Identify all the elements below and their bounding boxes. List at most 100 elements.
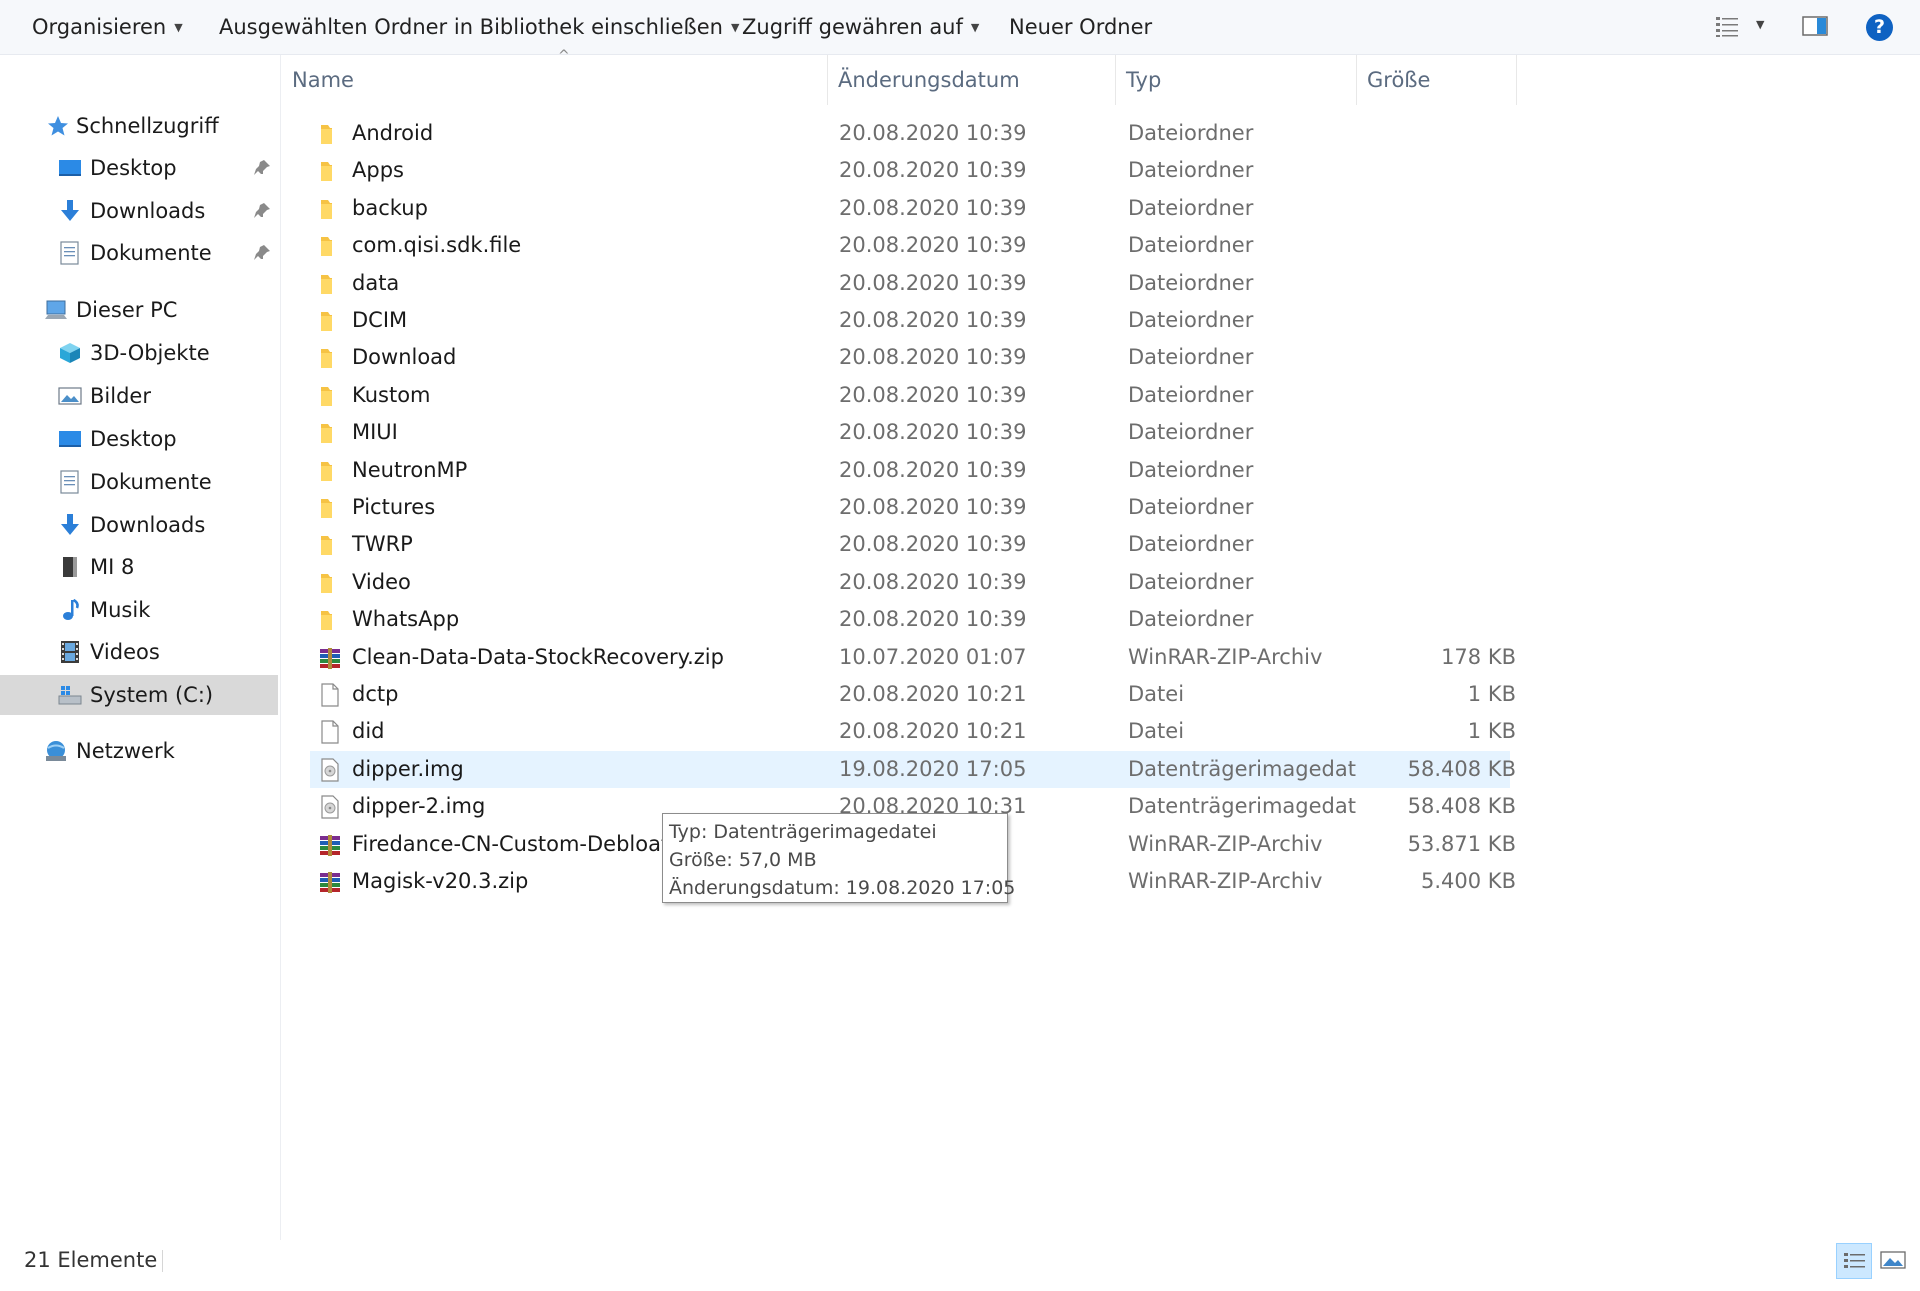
file-row[interactable]: Pictures 20.08.2020 10:39 Dateiordner — [310, 489, 1510, 526]
nav-downloads[interactable]: Downloads — [0, 505, 278, 545]
column-header-size[interactable]: Größe — [1357, 55, 1517, 105]
file-row[interactable]: Clean-Data-Data-StockRecovery.zip 10.07.2… — [310, 639, 1516, 676]
file-type: Dateiordner — [1128, 345, 1254, 370]
nav-pictures[interactable]: Bilder — [0, 376, 278, 416]
large-icons-view-button[interactable] — [1876, 1243, 1912, 1279]
pin-icon[interactable] — [252, 201, 272, 221]
column-header-type[interactable]: Typ — [1116, 55, 1357, 105]
file-name: MIUI — [352, 420, 398, 445]
nav-music[interactable]: Musik — [0, 590, 278, 630]
file-info-tooltip: Typ: Datenträgerimagedatei Größe: 57,0 M… — [662, 813, 1015, 903]
file-row[interactable]: com.qisi.sdk.file 20.08.2020 10:39 Dateior… — [310, 227, 1510, 264]
file-row[interactable]: Android 20.08.2020 10:39 Dateiordner — [310, 115, 1510, 152]
help-button[interactable]: ? — [1866, 14, 1893, 41]
music-note-icon — [63, 598, 79, 620]
nav-mi8-device[interactable]: MI 8 — [0, 547, 278, 587]
file-name: Apps — [352, 158, 404, 183]
nav-documents[interactable]: Dokumente — [0, 462, 278, 502]
disk-image-icon — [318, 757, 342, 782]
organize-button[interactable]: Organisieren ▼ — [32, 0, 183, 54]
nav-videos[interactable]: Videos — [0, 632, 278, 672]
file-type: Dateiordner — [1128, 532, 1254, 557]
film-strip-icon — [61, 641, 79, 663]
nav-label: Dokumente — [90, 470, 212, 494]
new-folder-button[interactable]: Neuer Ordner — [1009, 0, 1152, 54]
pin-icon[interactable] — [252, 158, 272, 178]
document-icon — [60, 241, 79, 265]
file-size: 1 KB — [1467, 719, 1516, 744]
nav-this-pc[interactable]: Dieser PC — [0, 290, 278, 330]
nav-desktop[interactable]: Desktop — [0, 419, 278, 459]
file-type: Dateiordner — [1128, 495, 1254, 519]
nav-quick-documents[interactable]: Dokumente — [0, 233, 278, 273]
nav-system-drive[interactable]: System (C:) — [0, 675, 278, 715]
file-row[interactable]: backup 20.08.2020 10:39 Dateiordner — [310, 190, 1510, 227]
file-date: 20.08.2020 10:39 — [839, 270, 1027, 295]
nav-label: Bilder — [90, 384, 151, 408]
file-date: 20.08.2020 10:39 — [839, 308, 1027, 332]
nav-3d-objects[interactable]: 3D-Objekte — [0, 333, 278, 373]
share-with-button[interactable]: Zugriff gewähren auf ▼ — [742, 0, 979, 54]
document-icon — [60, 470, 79, 494]
file-name: Magisk-v20.3.zip — [352, 869, 529, 893]
file-name: backup — [352, 195, 428, 220]
folder-icon — [318, 158, 342, 182]
file-name: did — [352, 719, 385, 744]
nav-label: Videos — [90, 640, 160, 664]
nav-label: Netzwerk — [76, 739, 175, 763]
file-type: Dateiordner — [1128, 457, 1254, 482]
sort-ascending-icon: ^ — [558, 48, 570, 64]
file-date: 20.08.2020 10:39 — [839, 569, 1027, 594]
include-in-library-button[interactable]: Ausgewählten Ordner in Bibliothek einsch… — [219, 0, 739, 54]
folder-icon — [318, 271, 342, 295]
details-view-button[interactable] — [1836, 1243, 1872, 1279]
change-view-button[interactable] — [1714, 14, 1742, 42]
folder-icon — [318, 121, 342, 145]
nav-network[interactable]: Netzwerk — [0, 731, 278, 771]
file-type: Datenträgerimagedat... — [1128, 794, 1358, 819]
file-date: 20.08.2020 10:39 — [839, 233, 1027, 258]
nav-label: Downloads — [90, 513, 206, 537]
file-date: 20.08.2020 10:39 — [839, 195, 1027, 220]
phone-device-icon — [63, 557, 77, 577]
nav-quick-access[interactable]: Schnellzugriff — [0, 106, 278, 146]
file-row[interactable]: did 20.08.2020 10:21 Datei 1 KB — [310, 713, 1516, 750]
preview-pane-button[interactable] — [1802, 16, 1828, 40]
file-row[interactable]: Download 20.08.2020 10:39 Dateiordner — [310, 339, 1510, 376]
file-row[interactable]: dctp 20.08.2020 10:21 Datei 1 KB — [310, 676, 1516, 713]
file-row[interactable]: NeutronMP 20.08.2020 10:39 Dateiordner — [310, 452, 1510, 489]
file-size: 178 KB — [1441, 644, 1516, 669]
file-date: 20.08.2020 10:39 — [839, 345, 1027, 370]
file-type: Dateiordner — [1128, 420, 1254, 445]
file-row[interactable]: TWRP 20.08.2020 10:39 Dateiordner — [310, 526, 1510, 563]
nav-label: Dokumente — [90, 241, 212, 265]
file-name: dipper-2.img — [352, 794, 486, 819]
file-row[interactable]: DCIM 20.08.2020 10:39 Dateiordner — [310, 302, 1510, 339]
nav-quick-downloads[interactable]: Downloads — [0, 191, 278, 231]
file-row[interactable]: dipper.img 19.08.2020 17:05 Datenträgerima… — [310, 750, 1516, 788]
column-header-name[interactable]: Name — [282, 55, 828, 105]
file-row[interactable]: MIUI 20.08.2020 10:39 Dateiordner — [310, 414, 1510, 451]
file-row[interactable]: Apps 20.08.2020 10:39 Dateiordner — [310, 152, 1510, 189]
column-label: Name — [292, 68, 354, 92]
file-row[interactable]: Video 20.08.2020 10:39 Dateiordner — [310, 564, 1510, 601]
nav-label: MI 8 — [90, 555, 135, 579]
file-row[interactable]: WhatsApp 20.08.2020 10:39 Dateiordner — [310, 601, 1510, 638]
file-row[interactable]: data 20.08.2020 10:39 Dateiordner — [310, 265, 1510, 302]
file-size: 1 KB — [1467, 682, 1516, 706]
folder-icon — [318, 345, 342, 369]
folder-icon — [318, 308, 342, 332]
file-type: Dateiordner — [1128, 607, 1254, 632]
view-options-chevron-icon[interactable]: ▼ — [1756, 18, 1764, 31]
folder-icon — [318, 383, 342, 407]
file-date: 20.08.2020 10:21 — [839, 682, 1027, 706]
nav-quick-desktop[interactable]: Desktop — [0, 148, 278, 188]
pin-icon[interactable] — [252, 243, 272, 263]
folder-icon — [318, 458, 342, 482]
file-date: 19.08.2020 17:05 — [839, 756, 1027, 781]
file-row[interactable]: Kustom 20.08.2020 10:39 Dateiordner — [310, 377, 1510, 414]
desktop-icon — [59, 431, 81, 447]
file-name: data — [352, 270, 400, 295]
column-header-date[interactable]: Änderungsdatum — [828, 55, 1116, 105]
folder-icon — [318, 233, 342, 257]
